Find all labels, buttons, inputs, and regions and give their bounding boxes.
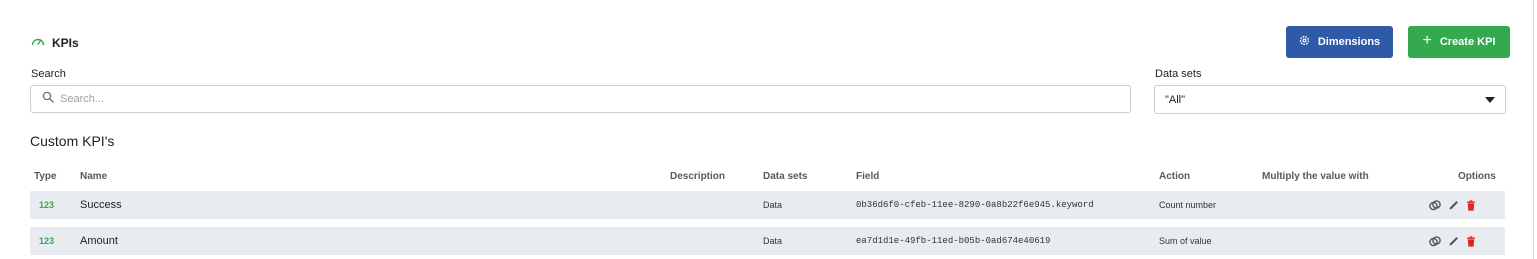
kpi-name: Success [80, 199, 122, 211]
plus-icon: + [1422, 32, 1432, 49]
column-header-datasets: Data sets [763, 171, 808, 182]
create-kpi-label: Create KPI [1439, 36, 1496, 48]
column-header-description: Description [670, 171, 726, 182]
edit-icon[interactable] [1448, 236, 1459, 247]
datasets-select[interactable]: "All" [1154, 85, 1506, 114]
page-header: KPIs [31, 34, 79, 52]
gear-icon [1299, 35, 1310, 49]
dimensions-label: Dimensions [1317, 36, 1381, 48]
datasets-selected-value: "All" [1165, 93, 1186, 106]
copy-icon[interactable] [1429, 235, 1441, 247]
column-header-options: Options [1458, 171, 1496, 182]
page-title: KPIs [52, 36, 79, 50]
scrollbar-edge [1533, 0, 1534, 259]
create-kpi-button[interactable]: + Create KPI [1408, 26, 1510, 58]
datasets-label: Data sets [1155, 68, 1202, 80]
trash-icon[interactable] [1466, 235, 1476, 247]
column-header-action: Action [1159, 171, 1191, 182]
gauge-icon [31, 34, 45, 52]
kpi-action: Count number [1159, 200, 1217, 210]
edit-icon[interactable] [1448, 200, 1459, 211]
kpi-field: ea7d1d1e-49fb-11ed-b05b-0ad674e40619 [856, 236, 1051, 246]
column-header-field: Field [856, 171, 880, 182]
type-badge: 123 [39, 236, 55, 246]
dimensions-button[interactable]: Dimensions [1286, 26, 1393, 58]
column-header-name: Name [80, 171, 108, 182]
table-row[interactable]: 123 Amount Data ea7d1d1e-49fb-11ed-b05b-… [30, 227, 1505, 255]
type-badge: 123 [39, 200, 55, 210]
search-input[interactable] [60, 93, 1060, 105]
table-row[interactable]: 123 Success Data 0b36d6f0-cfeb-11ee-8290… [30, 191, 1505, 219]
kpi-name: Amount [80, 235, 118, 247]
kpi-datasets: Data [763, 200, 783, 210]
copy-icon[interactable] [1429, 199, 1441, 211]
trash-icon[interactable] [1466, 199, 1476, 211]
kpi-datasets: Data [763, 236, 783, 246]
search-icon [42, 90, 54, 108]
row-options [1429, 227, 1476, 255]
section-title: Custom KPI's [30, 133, 115, 149]
column-header-type: Type [34, 171, 57, 182]
kpi-field: 0b36d6f0-cfeb-11ee-8290-0a8b22f6e945.key… [856, 200, 1094, 210]
caret-down-icon [1485, 96, 1495, 103]
search-label: Search [31, 68, 66, 80]
kpi-action: Sum of value [1159, 236, 1212, 246]
search-field[interactable] [30, 85, 1131, 113]
column-header-multiply: Multiply the value with [1262, 171, 1369, 182]
row-options [1429, 191, 1476, 219]
